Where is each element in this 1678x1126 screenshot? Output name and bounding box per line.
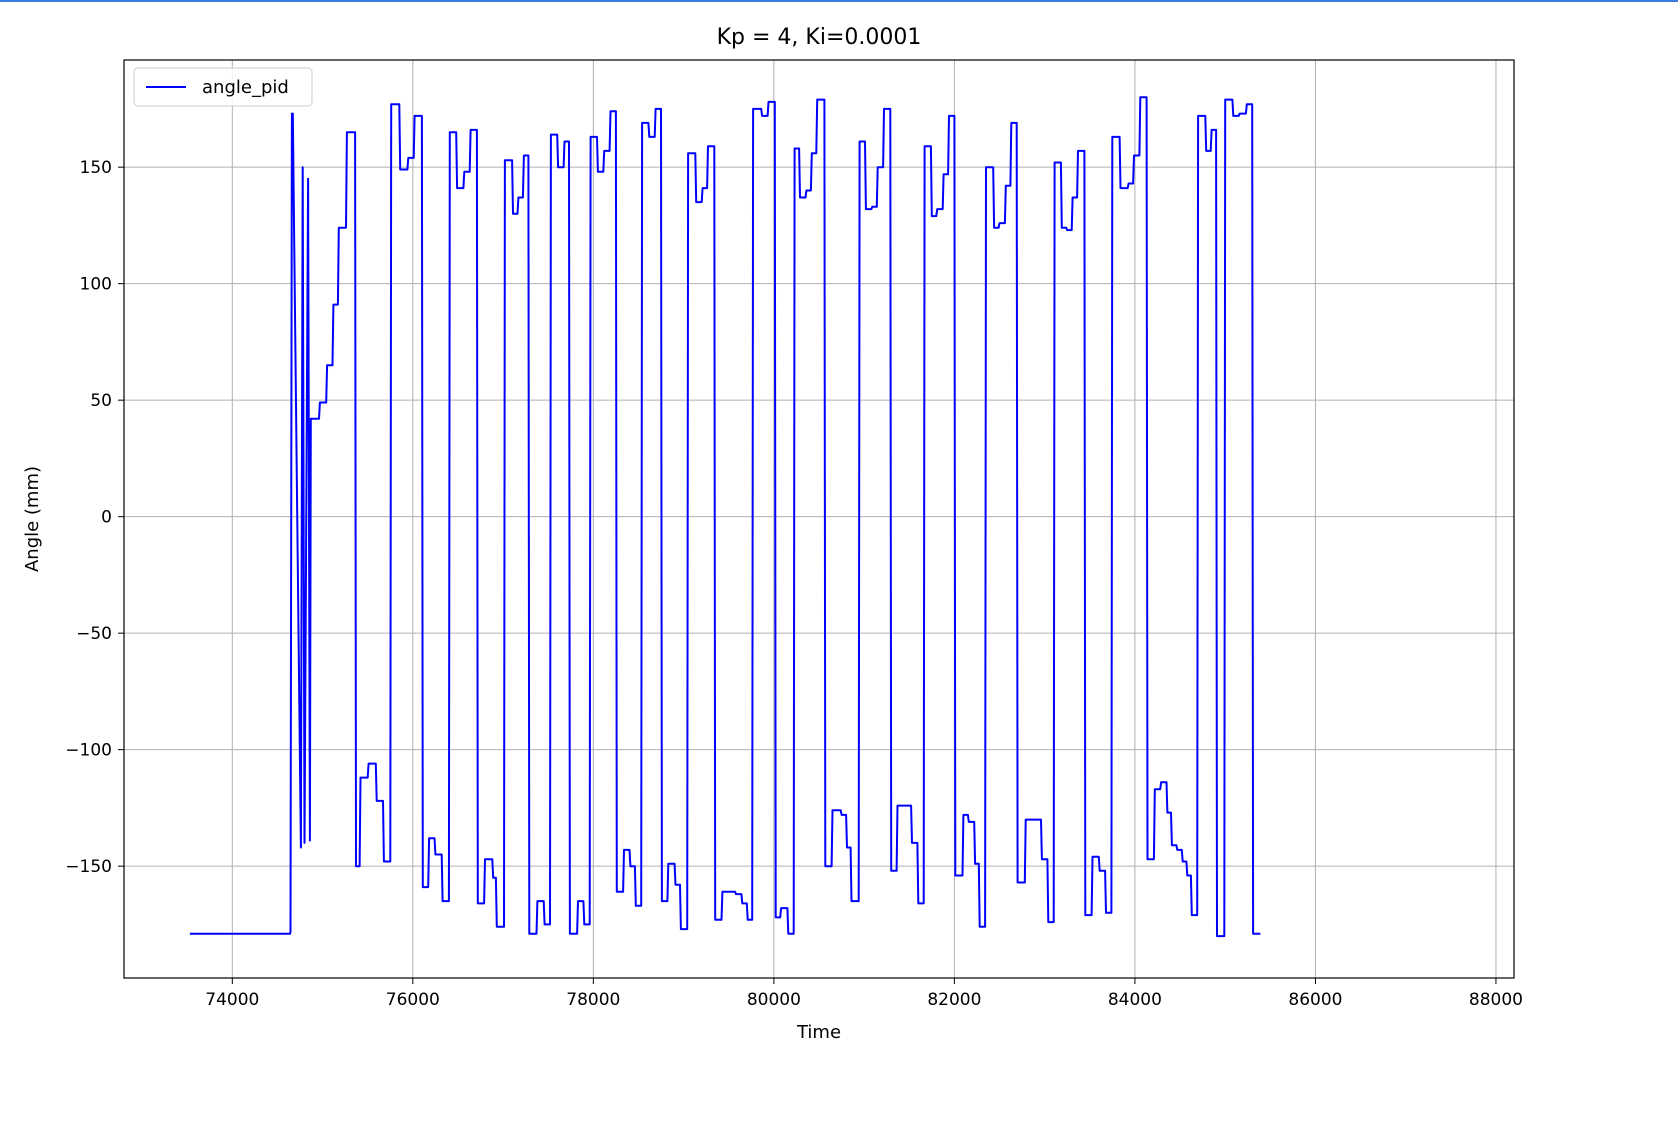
x-tick-label: 88000 [1469,990,1523,1010]
x-tick-label: 74000 [205,990,259,1010]
x-tick-label: 78000 [566,990,620,1010]
x-axis-label: Time [796,1022,841,1043]
plot-frame [123,59,1515,979]
y-tick-label: −150 [65,857,112,877]
x-tick-label: 86000 [1288,990,1342,1010]
grid-lines [124,60,1514,978]
chart-title: Kp = 4, Ki=0.0001 [717,25,922,50]
line-chart: 74000 76000 78000 80000 82000 84000 86000 88000… [22,25,1523,1043]
x-tick-label: 80000 [747,990,801,1010]
y-tick-label: −50 [76,624,112,644]
x-tick-label: 76000 [386,990,440,1010]
y-tick-label: −100 [65,741,112,761]
y-axis-label: Angle (mm) [22,466,43,572]
y-tick-label: 50 [90,391,112,411]
legend: angle_pid [133,67,313,107]
x-tick-label: 84000 [1108,990,1162,1010]
y-tick-label: 0 [101,508,112,528]
x-tick-label: 82000 [927,990,981,1010]
y-tick-label: 100 [80,275,112,295]
y-tick-label: 150 [80,158,112,178]
legend-label-angle-pid: angle_pid [202,77,289,98]
